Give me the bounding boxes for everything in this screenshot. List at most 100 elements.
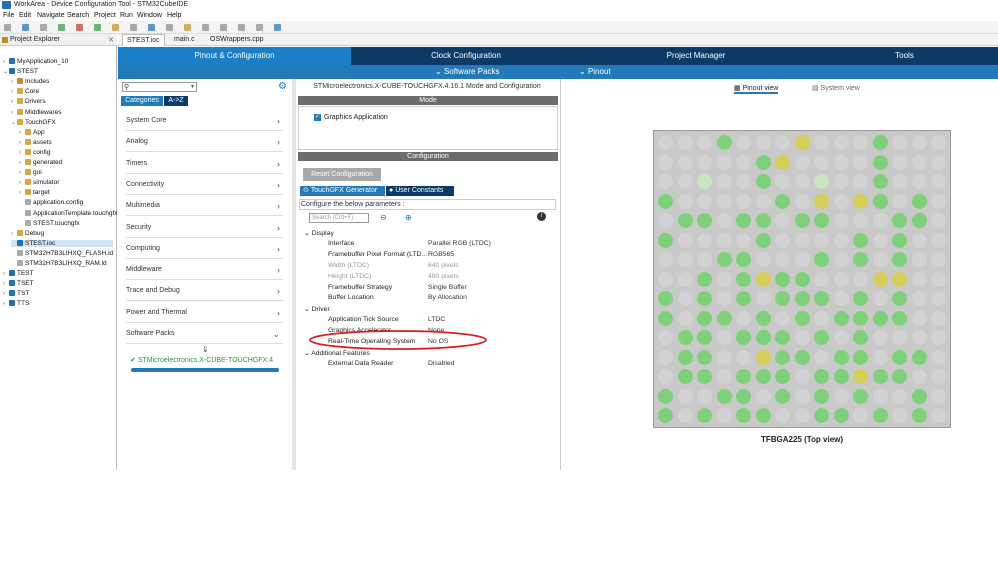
- chip-pin[interactable]: [794, 154, 810, 170]
- tab-user-constants[interactable]: ● User Constants: [386, 186, 454, 196]
- chip-pin[interactable]: [814, 271, 829, 287]
- chip-pin[interactable]: [853, 193, 868, 209]
- chip-pin[interactable]: [736, 408, 751, 423]
- chip-pin[interactable]: [794, 252, 810, 267]
- chip-pin[interactable]: [911, 193, 927, 209]
- chip-pin[interactable]: [677, 271, 693, 287]
- chip-pin[interactable]: [716, 193, 732, 209]
- chip-pin[interactable]: [872, 369, 888, 384]
- toolbar-icon[interactable]: [148, 24, 155, 31]
- chip-pin[interactable]: [794, 193, 810, 209]
- chip-pin[interactable]: [814, 135, 829, 150]
- chip-pin[interactable]: [911, 154, 927, 170]
- chip-pin[interactable]: [931, 252, 946, 267]
- chip-pin[interactable]: [755, 349, 771, 365]
- category-search-input[interactable]: ⚲ ▾: [122, 82, 197, 92]
- chip-pin[interactable]: [814, 252, 829, 267]
- pinout-view-tab[interactable]: ▦ Pinout view: [734, 84, 779, 94]
- chip-pin[interactable]: [872, 232, 888, 248]
- tab-main[interactable]: Tools: [811, 47, 998, 65]
- chip-pin[interactable]: [911, 213, 927, 228]
- tree-item[interactable]: ⌄ STEST: [3, 68, 38, 75]
- chip-pin[interactable]: [697, 369, 712, 384]
- chip-pin[interactable]: [833, 291, 849, 306]
- chip-pin[interactable]: [853, 388, 868, 404]
- toolbar-icon[interactable]: [94, 24, 101, 31]
- pinout-menu[interactable]: ⌄ Pinout: [579, 65, 611, 79]
- toolbar-icon[interactable]: [166, 24, 173, 31]
- info-icon[interactable]: i: [537, 212, 546, 221]
- chevron-down-icon[interactable]: ▾: [191, 83, 194, 90]
- chip-pin[interactable]: [755, 369, 771, 384]
- chip-pin[interactable]: [697, 193, 712, 209]
- chip-pin[interactable]: [697, 271, 712, 287]
- chip-pin[interactable]: [755, 291, 771, 306]
- chip-pin[interactable]: [892, 232, 907, 248]
- editor-tab[interactable]: main.c: [170, 34, 199, 46]
- chip-pin[interactable]: [736, 232, 751, 248]
- tree-item[interactable]: › config: [19, 148, 50, 156]
- category-item[interactable]: Connectivity ›: [126, 175, 283, 195]
- chip-pin[interactable]: [931, 154, 946, 170]
- chip-pin[interactable]: [931, 388, 946, 404]
- chip-pin[interactable]: [775, 291, 790, 306]
- category-item[interactable]: Security ›: [126, 218, 283, 238]
- tree-item[interactable]: STM32H7B3LIHXQ_RAM.ld: [11, 260, 107, 267]
- chip-pin[interactable]: [872, 388, 888, 404]
- menu-item-search[interactable]: Search: [67, 12, 89, 19]
- chip-pin[interactable]: [931, 369, 946, 384]
- toolbar-icon[interactable]: [58, 24, 65, 31]
- chip-pin[interactable]: [755, 154, 771, 170]
- chip-pin[interactable]: [892, 388, 907, 404]
- chip-pin[interactable]: [853, 349, 868, 365]
- chip-pin[interactable]: [677, 252, 693, 267]
- chip-pin[interactable]: [716, 408, 732, 423]
- chip-pin[interactable]: [794, 388, 810, 404]
- chip-pin[interactable]: [872, 291, 888, 306]
- chip-pin[interactable]: [716, 213, 732, 228]
- tree-item[interactable]: › Core: [11, 88, 39, 95]
- chip-pin[interactable]: [833, 174, 849, 189]
- chip-pin[interactable]: [775, 252, 790, 267]
- tree-item[interactable]: › assets: [19, 138, 52, 146]
- chip-pin[interactable]: [931, 174, 946, 189]
- chip-pin[interactable]: [736, 291, 751, 306]
- tree-item[interactable]: › Drivers: [11, 98, 46, 105]
- chip-pin[interactable]: [658, 174, 673, 189]
- tree-item[interactable]: › Includes: [11, 78, 49, 85]
- chip-pin[interactable]: [716, 388, 732, 404]
- chip-pin[interactable]: [853, 291, 868, 306]
- chip-pin[interactable]: [755, 252, 771, 267]
- chip-pin[interactable]: [736, 310, 751, 326]
- chip-pin[interactable]: [853, 330, 868, 345]
- chip-pin[interactable]: [911, 369, 927, 384]
- chip-pin[interactable]: [677, 310, 693, 326]
- tree-item[interactable]: › App: [19, 128, 45, 136]
- chip-pin[interactable]: [794, 369, 810, 384]
- chip-pin[interactable]: [677, 330, 693, 345]
- chip-pin[interactable]: [658, 330, 673, 345]
- chip-pin[interactable]: [814, 193, 829, 209]
- tree-item[interactable]: ApplicationTemplate.touchgfx.part: [19, 209, 131, 217]
- tree-item[interactable]: › TST: [3, 290, 29, 297]
- tree-item[interactable]: application.config: [19, 199, 83, 206]
- chip-pin[interactable]: [755, 174, 771, 189]
- chip-pin[interactable]: [716, 232, 732, 248]
- chip-pin[interactable]: [775, 174, 790, 189]
- chip-pin[interactable]: [853, 252, 868, 267]
- chip-pin[interactable]: [794, 349, 810, 365]
- chip-pin[interactable]: [677, 388, 693, 404]
- tree-item[interactable]: › MyApplication_10: [3, 58, 68, 65]
- chip-pin[interactable]: [736, 174, 751, 189]
- tab-main[interactable]: Project Manager: [581, 47, 811, 65]
- chip-pin[interactable]: [736, 349, 751, 365]
- chip-pin[interactable]: [677, 232, 693, 248]
- tree-item[interactable]: › TEST: [3, 270, 34, 277]
- chip-pin[interactable]: [716, 349, 732, 365]
- chip-pin[interactable]: [911, 232, 927, 248]
- chip-pin[interactable]: [697, 154, 712, 170]
- chip-pin[interactable]: [716, 330, 732, 345]
- chip-pin[interactable]: [872, 193, 888, 209]
- menu-item-navigate[interactable]: Navigate: [37, 12, 65, 19]
- chip-pin[interactable]: [872, 271, 888, 287]
